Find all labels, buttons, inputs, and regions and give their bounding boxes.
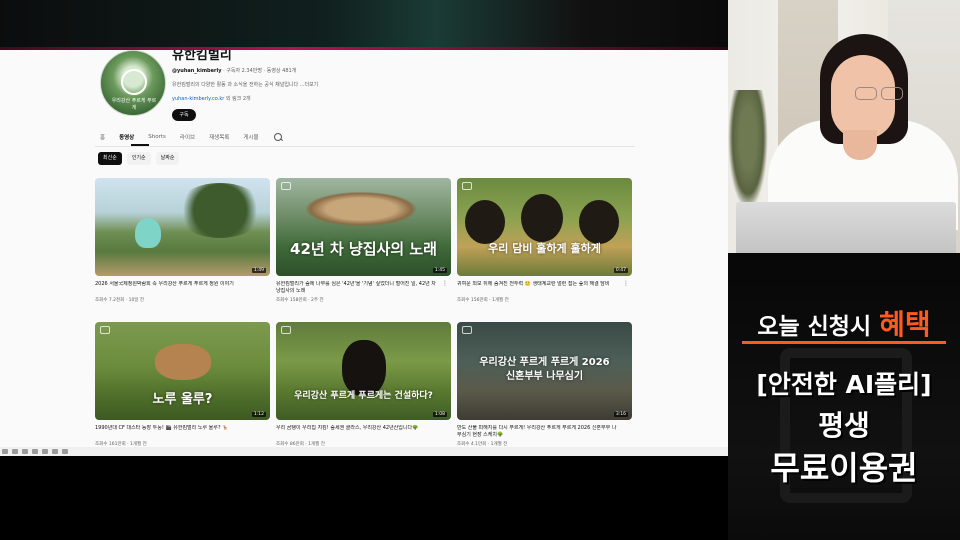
presenter-neck — [843, 130, 877, 160]
browser-top-area — [0, 0, 728, 50]
promo-line-free: 무료이용권 — [770, 449, 918, 487]
video-duration: 1:08 — [432, 412, 447, 417]
video-duration: 1:12 — [251, 412, 266, 417]
channel-handle: @yuhan_kimberly — [172, 68, 222, 74]
watermark-icon — [100, 326, 110, 334]
promo-line-lifetime: 평생 — [818, 409, 870, 442]
cat-figure — [306, 192, 416, 226]
taskbar-app-icon[interactable] — [42, 449, 48, 454]
chip-oldest[interactable]: 날짜순 — [155, 152, 180, 165]
video-thumbnail[interactable]: 1:49 — [95, 178, 270, 276]
more-options-icon[interactable]: ⋮ — [623, 281, 629, 287]
tabs-divider — [95, 146, 635, 147]
laptop — [736, 202, 956, 253]
video-title[interactable]: 우리 곰탱이 우리집 지킴! 숲세권 클라스, 우리강산 42년산입니다🌳 — [276, 425, 451, 439]
channel-meta: @yuhan_kimberly · 구독자 2.34만명 · 동영상 481개 — [172, 67, 296, 74]
tab-home[interactable]: 홈 — [100, 133, 105, 141]
video-card[interactable]: 우리강산 푸르게 푸르게는 건설하다? 1:08 우리 곰탱이 우리집 지킴! … — [276, 322, 451, 447]
video-duration: 1:45 — [432, 268, 447, 273]
tree-shape — [175, 183, 265, 238]
thumbnail-caption: 42년 차 냥집사의 노래 — [290, 240, 437, 258]
video-title[interactable]: 2026 서울국제정원박람회 속 우리강산 푸르게 푸르게 정원 이야기 — [95, 281, 270, 295]
channel-link[interactable]: yuhan-kimberly.co.kr — [172, 96, 224, 102]
watermark-icon — [281, 182, 291, 190]
marten-figure — [579, 200, 619, 244]
video-card[interactable]: 우리 담비 훌하게 훌하게 0:47 귀여운 외모 뒤에 숨겨진 전투력 🙂 생… — [457, 178, 632, 303]
video-thumbnail[interactable]: 노루 울루? 1:12 — [95, 322, 270, 420]
video-title[interactable]: 유한킴벌리가 숲에 나무를 심은 '42년'을 '기념' 싶었더니 벌어진 일,… — [276, 281, 451, 295]
chip-latest[interactable]: 최신순 — [98, 152, 122, 165]
video-frame: 우리강산 푸르게 푸르게 유한킴벌리 @yuhan_kimberly · 구독자… — [0, 0, 960, 540]
tab-videos[interactable]: 동영상 — [119, 133, 134, 141]
taskbar-app-icon[interactable] — [22, 449, 28, 454]
video-thumbnail[interactable]: 우리강산 푸르게 푸르게는 건설하다? 1:08 — [276, 322, 451, 420]
taskbar-app-icon[interactable] — [2, 449, 8, 454]
video-thumbnail[interactable]: 42년 차 냥집사의 노래 1:45 — [276, 178, 451, 276]
video-thumbnail[interactable]: 우리강산 푸르게 푸르게 2026 신혼부부 나무심기 3:16 — [457, 322, 632, 420]
taskbar-app-icon[interactable] — [32, 449, 38, 454]
os-taskbar — [0, 447, 728, 456]
video-thumbnail[interactable]: 우리 담비 훌하게 훌하게 0:47 — [457, 178, 632, 276]
presenter-camera — [728, 0, 960, 253]
tab-shorts[interactable]: Shorts — [148, 134, 166, 140]
taskbar-app-icon[interactable] — [62, 449, 68, 454]
chip-popular[interactable]: 인기순 — [126, 152, 151, 165]
video-meta: 조회수 158만회 · 2주 전 — [276, 298, 324, 303]
video-card[interactable]: 우리강산 푸르게 푸르게 2026 신혼부부 나무심기 3:16 만도 산불 피… — [457, 322, 632, 447]
thumbnail-caption: 우리강산 푸르게 푸르게 2026 신혼부부 나무심기 — [479, 357, 610, 382]
promo-headline-highlight: 혜택 — [879, 308, 931, 341]
avatar-caption: 우리강산 푸르게 푸르게 — [111, 98, 157, 111]
tab-live[interactable]: 라이브 — [180, 133, 195, 141]
channel-tabs: 홈 동영상 Shorts 라이브 재생목록 게시물 — [100, 128, 283, 146]
tab-posts[interactable]: 게시물 — [243, 133, 258, 141]
video-meta: 조회수 7.2천회 · 10일 전 — [95, 298, 145, 303]
marten-figure — [465, 200, 505, 244]
glasses-icon — [855, 87, 911, 100]
promo-headline-text: 오늘 신청시 — [757, 314, 880, 340]
deer-figure — [155, 344, 211, 380]
video-card[interactable]: 1:49 2026 서울국제정원박람회 속 우리강산 푸르게 푸르게 정원 이야… — [95, 178, 270, 303]
logo-mark-icon — [121, 69, 147, 95]
more-options-icon[interactable]: ⋮ — [442, 281, 448, 287]
promo-product: [안전한 AI플리] — [756, 370, 932, 399]
promo-underline — [742, 341, 946, 344]
promo-headline: 오늘 신청시 혜택 — [728, 303, 960, 343]
taskbar-app-icon[interactable] — [52, 449, 58, 454]
youtube-channel-page: 우리강산 푸르게 푸르게 유한킴벌리 @yuhan_kimberly · 구독자… — [0, 50, 728, 456]
video-title[interactable]: 만도 산불 피해지를 다시 푸르게! 우리강산 푸르게 푸르게 2026 신혼부… — [457, 425, 632, 439]
mascot-figure — [135, 218, 161, 248]
tab-playlists[interactable]: 재생목록 — [209, 133, 229, 141]
watermark-icon — [281, 326, 291, 334]
watermark-icon — [462, 182, 472, 190]
video-card[interactable]: 노루 울루? 1:12 1990년대 CF 대스타 등장 두둥! 🎬 유한킴벌리… — [95, 322, 270, 447]
video-title[interactable]: 귀여운 외모 뒤에 숨겨진 전투력 🙂 생태계교란 멀런 잡는 숲의 해결 담비 — [457, 281, 632, 295]
video-title[interactable]: 1990년대 CF 대스타 등장 두둥! 🎬 유한킴벌리 노루 울루? 🦌 — [95, 425, 270, 439]
marten-figure — [521, 194, 563, 242]
video-duration: 0:47 — [613, 268, 628, 273]
sort-chips: 최신순 인기순 날짜순 — [98, 152, 180, 165]
taskbar-app-icon[interactable] — [12, 449, 18, 454]
video-duration: 1:49 — [251, 268, 266, 273]
thumbnail-caption: 우리강산 푸르게 푸르게는 건설하다? — [294, 391, 433, 401]
watermark-icon — [462, 326, 472, 334]
search-icon[interactable] — [273, 132, 283, 142]
channel-avatar[interactable]: 우리강산 푸르게 푸르게 — [100, 50, 166, 116]
channel-name: 유한킴벌리 — [172, 50, 232, 62]
subscribe-button[interactable]: 구독 — [172, 109, 196, 121]
channel-links[interactable]: yuhan-kimberly.co.kr 외 링크 2개 — [172, 95, 251, 102]
video-duration: 3:16 — [613, 412, 628, 417]
thumbnail-caption: 우리 담비 훌하게 훌하게 — [488, 242, 601, 255]
letterbox-bottom — [0, 456, 728, 540]
channel-link-extra[interactable]: 외 링크 2개 — [226, 96, 251, 102]
channel-stats: · 구독자 2.34만명 · 동영상 481개 — [223, 68, 297, 74]
plant-decoration — [728, 90, 768, 210]
channel-description[interactable]: 유한킴벌리의 다양한 활동 과 소식을 전하는 공식 채널입니다 ...더보기 — [172, 81, 318, 88]
video-card[interactable]: 42년 차 냥집사의 노래 1:45 유한킴벌리가 숲에 나무를 심은 '42년… — [276, 178, 451, 303]
thumbnail-caption: 노루 울루? — [152, 392, 213, 407]
video-meta: 조회수 156만회 · 1개월 전 — [457, 298, 509, 303]
promo-panel: 오늘 신청시 혜택 [안전한 AI플리] 평생 무료이용권 — [728, 253, 960, 540]
